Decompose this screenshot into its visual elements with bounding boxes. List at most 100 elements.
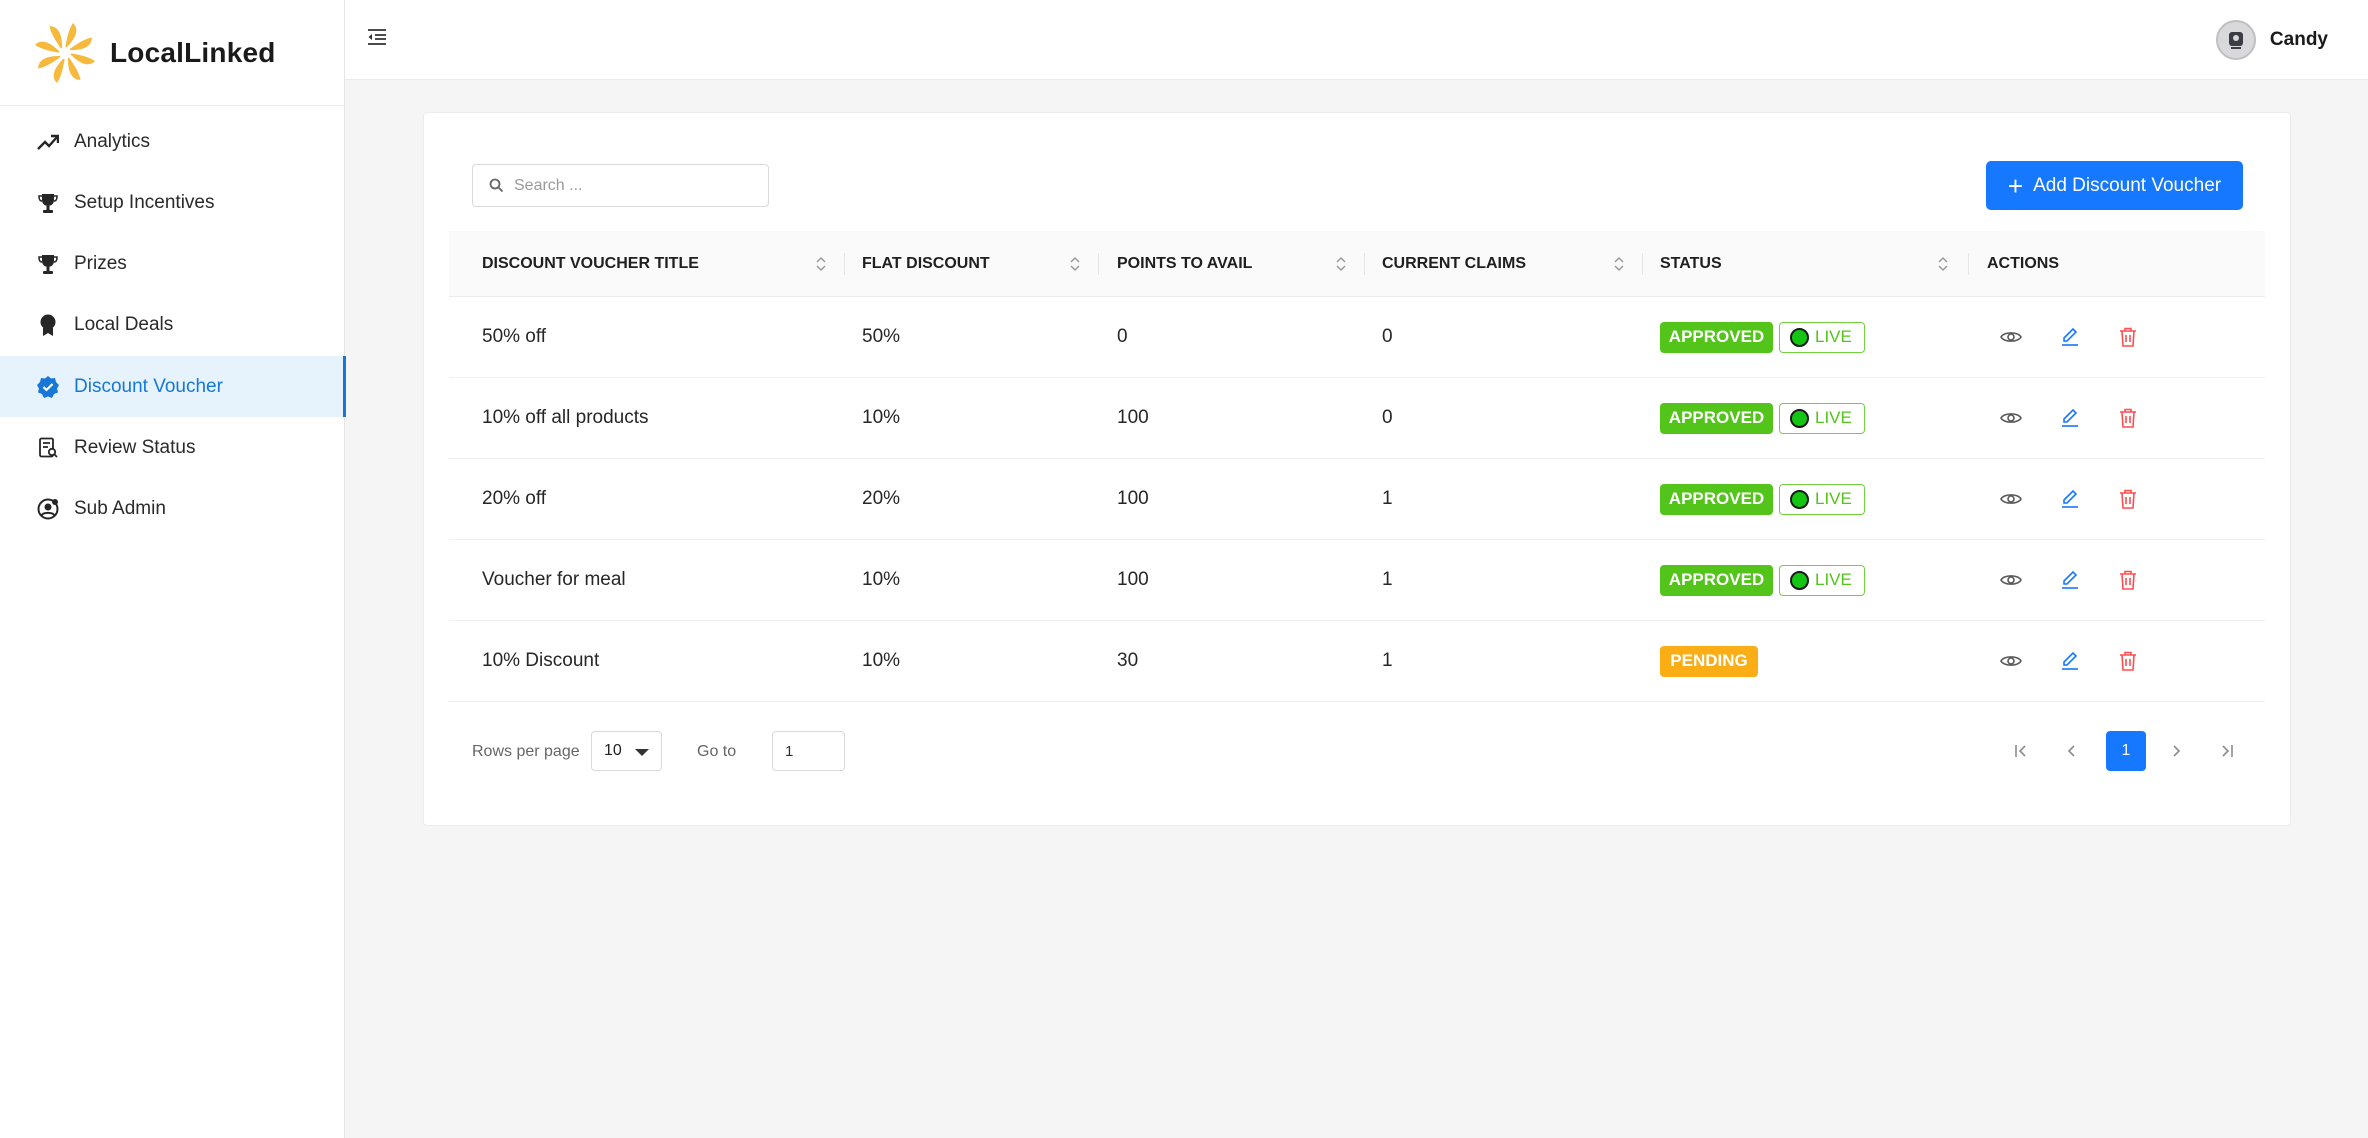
flat-discount: 10% [862,407,901,428]
points-to-avail: 100 [1117,407,1149,428]
search-icon [489,178,504,193]
view-icon[interactable] [1999,487,2023,511]
column-header-title[interactable]: DISCOUNT VOUCHER TITLE [482,231,699,297]
delete-icon[interactable] [2116,487,2140,511]
trophy-icon [36,252,60,276]
live-dot-icon [1790,489,1809,509]
status-badge: APPROVED [1660,321,1773,353]
table-header: DISCOUNT VOUCHER TITLE FLAT DISCOUNT POI… [449,231,2265,297]
caret-down-icon [635,749,649,756]
edit-icon[interactable] [2058,406,2082,430]
column-divider [844,253,845,275]
edit-icon[interactable] [2058,487,2082,511]
points-to-avail: 100 [1117,569,1149,590]
view-icon[interactable] [1999,325,2023,349]
avatar [2215,20,2256,60]
sort-icon[interactable] [1937,255,1949,273]
sidebar: LocalLinked Analytics Setup Incentives P… [0,0,346,1138]
sidebar-item-local-deals[interactable]: Local Deals [0,294,345,355]
column-header-flat-discount[interactable]: FLAT DISCOUNT [862,231,990,297]
voucher-title: 10% Discount [482,650,600,671]
current-page-button[interactable]: 1 [2106,731,2146,771]
delete-icon[interactable] [2116,568,2140,592]
collapse-menu-icon[interactable] [367,26,395,52]
edit-icon[interactable] [2058,325,2082,349]
first-page-icon[interactable] [2002,731,2042,771]
current-claims: 0 [1382,326,1393,347]
user-name: Candy [2269,29,2328,50]
status-cell: APPROVED LIVE [1660,297,1865,377]
review-document-icon [36,436,60,460]
table-row: Voucher for meal 10% 100 1 APPROVED LIVE [449,540,2265,621]
rows-per-page-value: 10 [604,742,622,759]
sidebar-item-setup-incentives[interactable]: Setup Incentives [0,172,345,233]
edit-icon[interactable] [2058,649,2082,673]
edit-icon[interactable] [2058,568,2082,592]
sort-icon[interactable] [1613,255,1625,273]
status-cell: APPROVED LIVE [1660,459,1865,539]
sidebar-item-label: Prizes [74,252,127,274]
live-label: LIVE [1815,489,1852,508]
points-to-avail: 30 [1117,650,1139,671]
brand[interactable]: LocalLinked [0,0,344,106]
table-row: 10% off all products 10% 100 0 APPROVED … [449,378,2265,459]
delete-icon[interactable] [2116,649,2140,673]
column-divider [1642,253,1643,275]
next-page-icon[interactable] [2156,731,2196,771]
table-row: 20% off 20% 100 1 APPROVED LIVE [449,459,2265,540]
sidebar-item-label: Analytics [74,130,151,152]
search-input[interactable] [514,176,754,195]
column-divider [1098,253,1099,275]
voucher-title: 20% off [482,488,547,509]
column-divider [1968,253,1969,275]
voucher-title: Voucher for meal [482,569,626,590]
last-page-icon[interactable] [2206,731,2246,771]
top-bar: Candy [345,0,2368,80]
status-badge: PENDING [1660,645,1758,677]
current-claims: 0 [1382,407,1393,428]
status-cell: PENDING [1660,621,1758,701]
rows-per-page-select[interactable]: 10 [591,731,662,771]
sidebar-item-analytics[interactable]: Analytics [0,111,345,172]
voucher-title: 10% off all products [482,407,649,428]
goto-page-input[interactable] [772,731,845,771]
sidebar-item-prizes[interactable]: Prizes [0,233,345,294]
delete-icon[interactable] [2116,325,2140,349]
sidebar-item-sub-admin[interactable]: Sub Admin [0,478,345,539]
column-header-points[interactable]: POINTS TO AVAIL [1117,231,1252,297]
live-label: LIVE [1815,570,1852,589]
add-discount-voucher-button[interactable]: + Add Discount Voucher [1986,161,2243,210]
logo-icon [35,22,95,83]
table-footer: Rows per page 10 Go to 1 [472,731,2252,773]
live-dot-icon [1790,408,1809,428]
status-cell: APPROVED LIVE [1660,540,1865,620]
live-label: LIVE [1815,327,1852,346]
voucher-card: + Add Discount Voucher DISCOUNT VOUCHER … [423,112,2291,826]
sidebar-item-review-status[interactable]: Review Status [0,417,345,478]
sidebar-item-label: Setup Incentives [74,191,215,213]
status-badge: APPROVED [1660,564,1773,596]
user-circle-icon [36,497,60,521]
sidebar-item-discount-voucher[interactable]: Discount Voucher [0,356,346,417]
status-badge: APPROVED [1660,483,1773,515]
sort-icon[interactable] [1069,255,1081,273]
sort-icon[interactable] [1335,255,1347,273]
column-header-claims[interactable]: CURRENT CLAIMS [1382,231,1526,297]
column-divider [1364,253,1365,275]
live-dot-icon [1790,570,1809,590]
pagination: 1 [2002,731,2252,771]
view-icon[interactable] [1999,649,2023,673]
view-icon[interactable] [1999,568,2023,592]
column-header-status[interactable]: STATUS [1660,231,1722,297]
search-box[interactable] [472,164,769,207]
live-tag: LIVE [1779,564,1865,596]
sort-icon[interactable] [815,255,827,273]
user-menu[interactable]: Candy [2215,20,2328,60]
delete-icon[interactable] [2116,406,2140,430]
live-tag: LIVE [1779,321,1865,353]
previous-page-icon[interactable] [2052,731,2092,771]
table-row: 10% Discount 10% 30 1 PENDING [449,621,2265,702]
view-icon[interactable] [1999,406,2023,430]
live-dot-icon [1790,327,1809,347]
brand-name: LocalLinked [110,36,276,68]
